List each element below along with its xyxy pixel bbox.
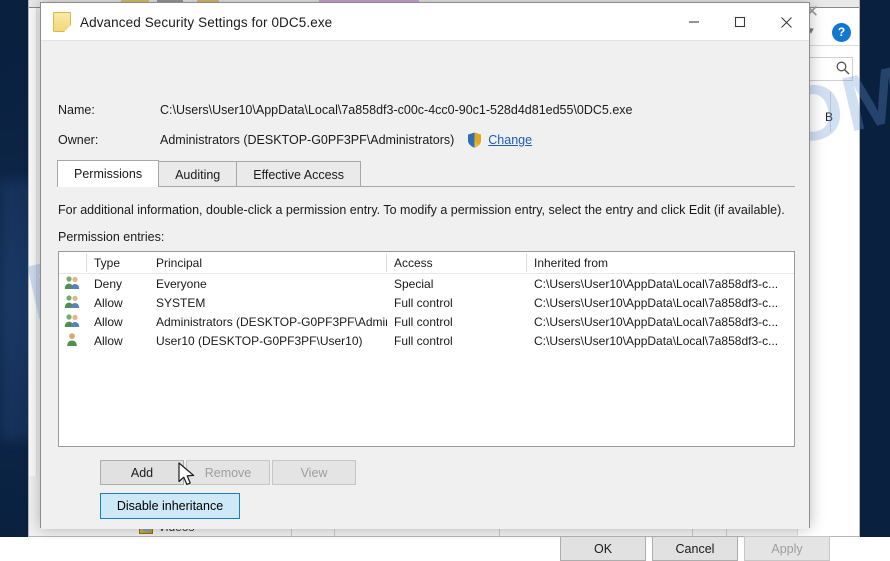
row-principal: User10 (DESKTOP-G0PF3PF\User10) (149, 334, 387, 348)
name-row: Name: C:\Users\User10\AppData\Local\7a85… (58, 103, 633, 117)
row-principal: Administrators (DESKTOP-G0PF3PF\Admini..… (149, 315, 387, 329)
group-icon (64, 279, 80, 293)
minimize-button[interactable] (671, 4, 717, 41)
row-type: Allow (87, 334, 149, 348)
table-row[interactable]: Allow SYSTEM Full control C:\Users\User1… (59, 293, 794, 312)
tab-permissions[interactable]: Permissions (57, 160, 159, 187)
name-label: Name: (58, 103, 160, 117)
table-row[interactable]: Deny Everyone Special C:\Users\User10\Ap… (59, 274, 794, 293)
dialog-body: Name: C:\Users\User10\AppData\Local\7a85… (41, 41, 809, 529)
tab-permissions-label: Permissions (74, 167, 142, 181)
row-access: Full control (387, 315, 527, 329)
close-button[interactable] (763, 4, 809, 41)
file-folder-icon (53, 12, 71, 32)
table-row[interactable]: Allow Administrators (DESKTOP-G0PF3PF\Ad… (59, 312, 794, 331)
permission-entries-label: Permission entries: (58, 230, 164, 244)
tab-auditing-label: Auditing (175, 168, 220, 182)
row-icon-cell (59, 313, 87, 331)
view-button: View (272, 460, 356, 485)
tab-effective-access-label: Effective Access (253, 168, 344, 182)
column-header-inherited-label: Inherited from (534, 256, 608, 270)
owner-row: Owner: Administrators (DESKTOP-G0PF3PF\A… (58, 132, 532, 148)
row-access: Special (387, 277, 527, 291)
group-icon (64, 317, 80, 331)
help-icon[interactable]: ? (832, 23, 851, 42)
row-icon-cell (59, 294, 87, 312)
row-inherited-from: C:\Users\User10\AppData\Local\7a858df3-c… (527, 296, 794, 310)
search-icon[interactable] (835, 60, 851, 76)
column-header-type[interactable]: Type (87, 252, 149, 274)
column-header-icon[interactable] (59, 252, 87, 274)
column-header-type-label: Type (94, 256, 120, 270)
disable-inheritance-button[interactable]: Disable inheritance (100, 493, 240, 519)
row-inherited-from: C:\Users\User10\AppData\Local\7a858df3-c… (527, 334, 794, 348)
window-caption-buttons (671, 4, 809, 41)
uac-shield-icon (467, 132, 482, 148)
row-access: Full control (387, 296, 527, 310)
row-type: Allow (87, 315, 149, 329)
row-inherited-from: C:\Users\User10\AppData\Local\7a858df3-c… (527, 315, 794, 329)
owner-label: Owner: (58, 133, 160, 147)
remove-button: Remove (186, 460, 270, 485)
user-icon (64, 336, 80, 350)
tab-active-underline-cover (58, 186, 144, 187)
column-header-principal-label: Principal (156, 256, 202, 270)
owner-value: Administrators (DESKTOP-G0PF3PF\Administ… (160, 133, 454, 147)
tab-bar[interactable]: Permissions Auditing Effective Access (57, 160, 795, 187)
row-icon-cell (59, 275, 87, 293)
row-access: Full control (387, 334, 527, 348)
apply-button: Apply (744, 536, 830, 561)
row-inherited-from: C:\Users\User10\AppData\Local\7a858df3-c… (527, 277, 794, 291)
group-icon (64, 298, 80, 312)
row-type: Deny (87, 277, 149, 291)
column-header-access-label: Access (394, 256, 433, 270)
column-header-access[interactable]: Access (387, 252, 527, 274)
background-sidebar-edge (29, 8, 37, 536)
cancel-button[interactable]: Cancel (652, 536, 738, 561)
permission-entries-list[interactable]: Type Principal Access Inherited from (58, 251, 795, 447)
tab-auditing[interactable]: Auditing (158, 161, 237, 187)
dialog-title: Advanced Security Settings for 0DC5.exe (80, 15, 332, 30)
tab-effective-access[interactable]: Effective Access (236, 161, 361, 187)
row-icon-cell (59, 332, 87, 350)
row-principal: SYSTEM (149, 296, 387, 310)
name-value: C:\Users\User10\AppData\Local\7a858df3-c… (160, 103, 633, 117)
table-header-row: Type Principal Access Inherited from (59, 252, 794, 274)
maximize-button[interactable] (717, 4, 763, 41)
add-button[interactable]: Add (100, 460, 184, 485)
column-header-inherited-from[interactable]: Inherited from (527, 252, 794, 274)
row-principal: Everyone (149, 277, 387, 291)
tab-underline (57, 186, 795, 187)
advanced-security-settings-dialog[interactable]: Advanced Security Settings for 0DC5.exe … (40, 2, 810, 528)
dialog-titlebar[interactable]: Advanced Security Settings for 0DC5.exe (41, 3, 809, 41)
ok-button[interactable]: OK (560, 536, 646, 561)
info-text: For additional information, double-click… (58, 203, 785, 217)
column-header-principal[interactable]: Principal (149, 252, 387, 274)
table-row[interactable]: Allow User10 (DESKTOP-G0PF3PF\User10) Fu… (59, 331, 794, 350)
background-tab-letter: B (825, 110, 833, 124)
row-type: Allow (87, 296, 149, 310)
change-owner-link[interactable]: Change (488, 133, 532, 147)
